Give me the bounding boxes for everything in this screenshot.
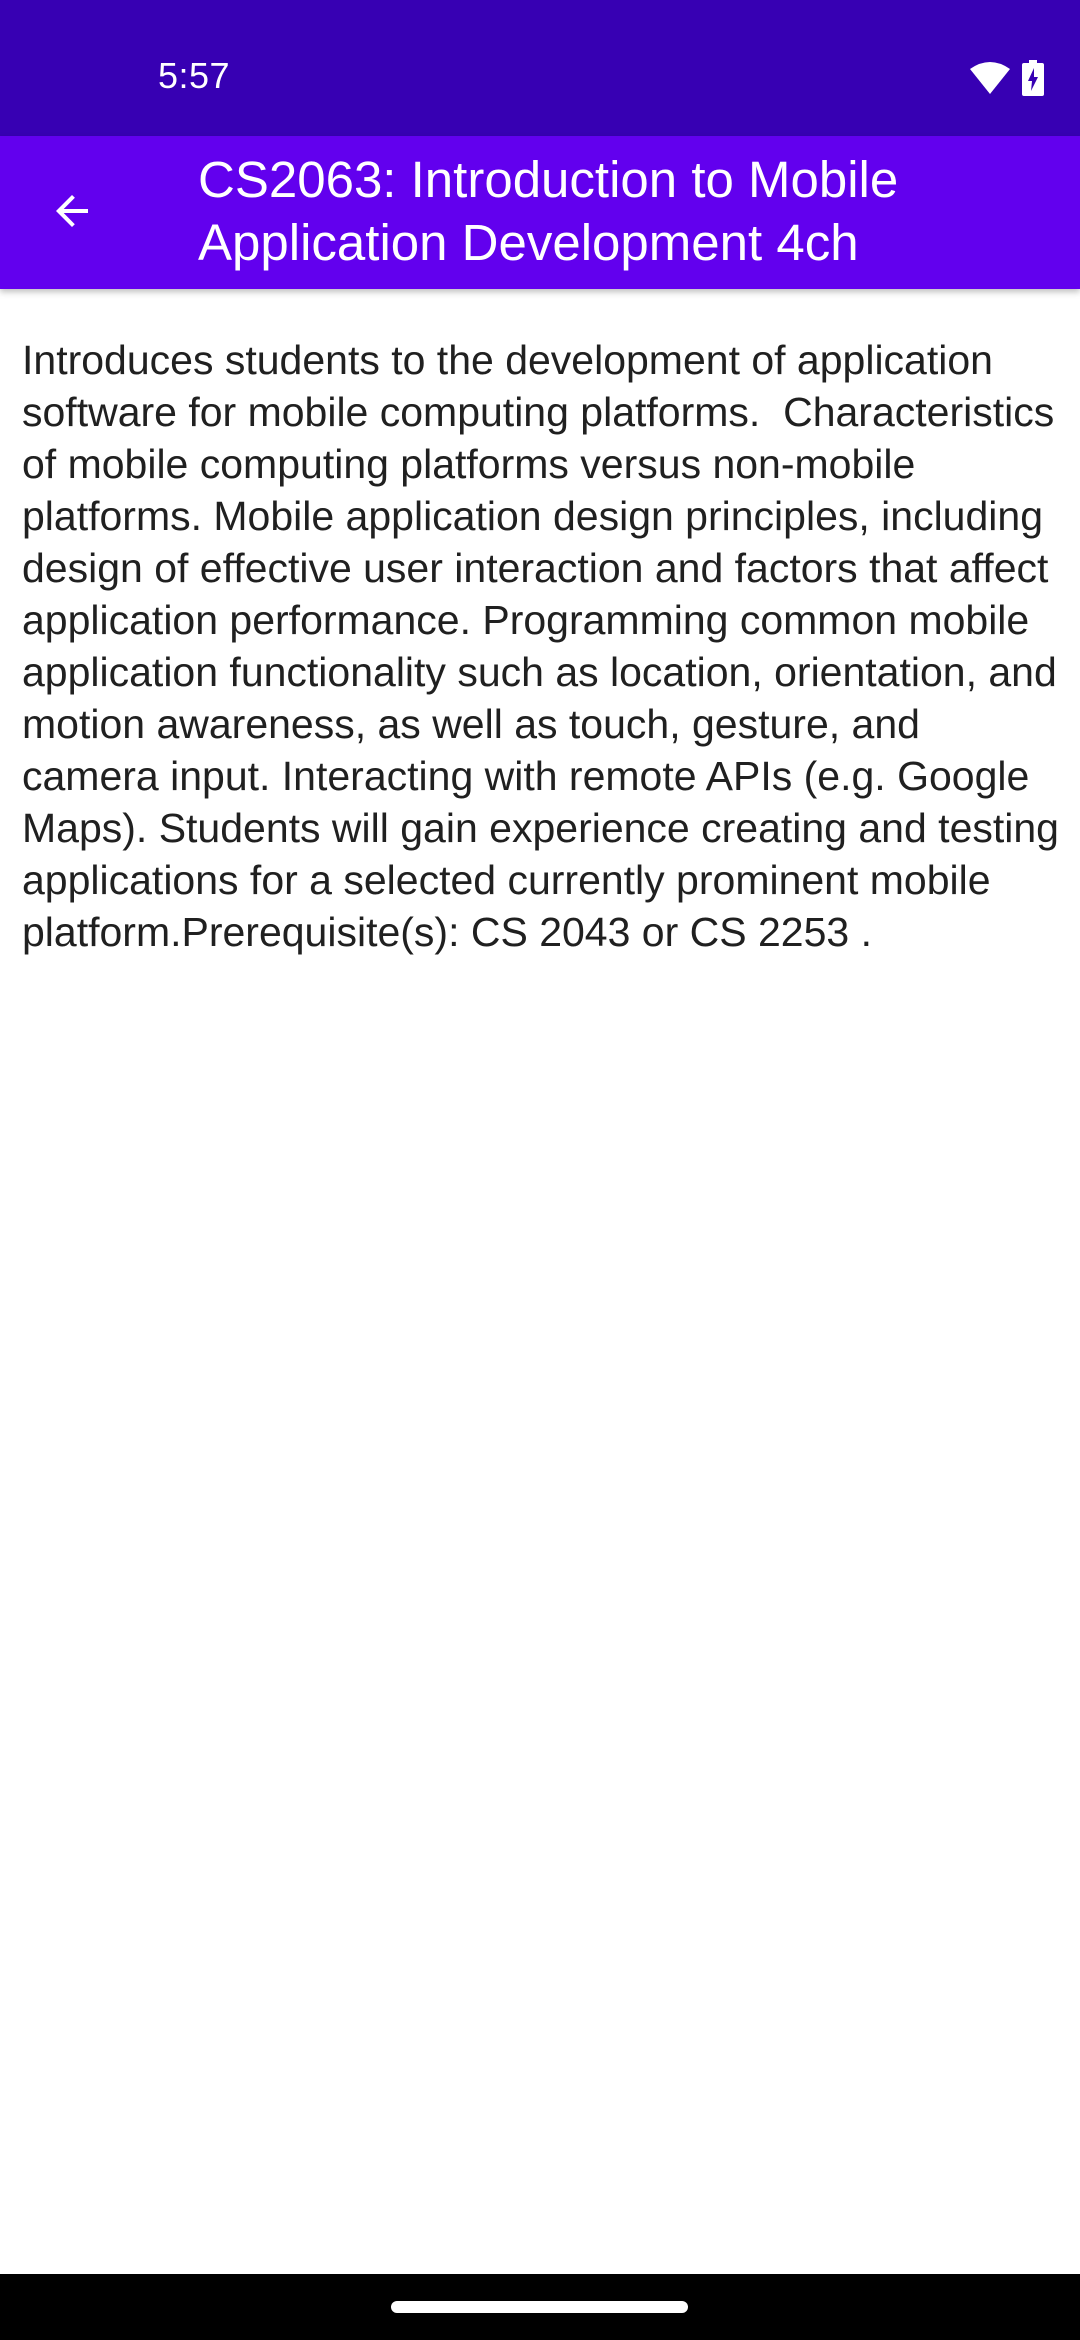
back-button[interactable]	[28, 169, 116, 257]
status-bar: 5:57	[0, 0, 1080, 136]
course-description: Introduces students to the development o…	[22, 337, 1071, 955]
app-bar: CS2063: Introduction to Mobile Applicati…	[0, 136, 1080, 289]
home-handle[interactable]	[391, 2301, 688, 2313]
wifi-icon	[970, 61, 1010, 99]
page-title: CS2063: Introduction to Mobile Applicati…	[198, 151, 899, 271]
navigation-bar	[0, 2274, 1080, 2340]
status-time: 5:57	[158, 55, 231, 96]
status-icons	[970, 60, 1044, 100]
arrow-left-icon	[48, 187, 96, 239]
battery-charging-icon	[1022, 60, 1044, 100]
